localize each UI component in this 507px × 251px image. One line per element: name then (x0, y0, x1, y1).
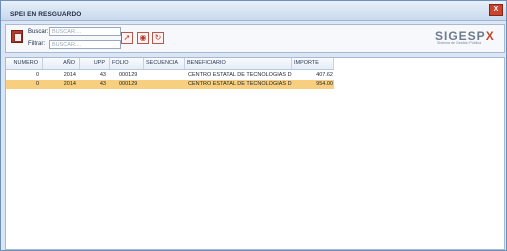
logo-text-x: X (485, 29, 495, 43)
cell-anio: 2014 (63, 72, 76, 78)
title-bar: SPEI EN RESGUARDO X (1, 1, 506, 21)
cell-anio: 2014 (63, 81, 76, 87)
header-beneficiario[interactable]: BENEFICIARIO (185, 58, 292, 69)
document-icon[interactable] (11, 30, 23, 43)
table-row[interactable]: 0 2014 43 000129 CENTRO ESTATAL DE TECNO… (6, 71, 334, 80)
cell-secuencia (144, 80, 185, 89)
cell-importe: 407.62 (316, 72, 333, 78)
close-button[interactable]: X (489, 4, 503, 16)
table-row-selected[interactable]: 0 2014 43 000129 CENTRO ESTATAL DE TECNO… (6, 80, 334, 89)
search-label: Buscar: (28, 29, 49, 35)
export-icon[interactable]: ➚ (121, 32, 133, 44)
spei-window: SPEI EN RESGUARDO X Buscar: Filtrar: ➚ ◉… (0, 0, 507, 251)
header-anio[interactable]: AÑO (43, 58, 80, 69)
logo-subtitle: Sistema de Gestión Pública (437, 41, 482, 45)
header-secuencia[interactable]: SECUENCIA (144, 58, 185, 69)
search-input[interactable] (49, 27, 121, 36)
cell-folio: 000129 (119, 72, 138, 78)
filter-input[interactable] (49, 40, 121, 49)
cell-beneficiario: CENTRO ESTATAL DE TECNOLOGIAS DE (188, 72, 292, 78)
header-numero[interactable]: NUMERO (6, 58, 43, 69)
sigesp-logo: SIGESPX Sistema de Gestión Pública (435, 29, 499, 47)
cell-beneficiario: CENTRO ESTATAL DE TECNOLOGIAS DE (188, 81, 292, 87)
cell-numero: 0 (35, 81, 39, 87)
cell-numero: 0 (35, 72, 39, 78)
window-title: SPEI EN RESGUARDO (10, 11, 82, 18)
header-folio[interactable]: FOLIO (110, 58, 144, 69)
cell-importe: 954.00 (316, 81, 333, 87)
header-importe[interactable]: IMPORTE (292, 58, 334, 69)
grid-header: NUMERO AÑO UPP FOLIO SECUENCIA BENEFICIA… (6, 58, 334, 70)
filter-label: Filtrar: (28, 41, 45, 47)
cell-upp: 43 (99, 72, 106, 78)
refresh-icon[interactable]: ↻ (152, 32, 164, 44)
results-grid: NUMERO AÑO UPP FOLIO SECUENCIA BENEFICIA… (5, 57, 505, 250)
view-icon[interactable]: ◉ (137, 32, 149, 44)
header-upp[interactable]: UPP (80, 58, 110, 69)
cell-secuencia (144, 71, 185, 80)
cell-upp: 43 (99, 81, 106, 87)
cell-folio: 000129 (119, 81, 138, 87)
toolbar: Buscar: Filtrar: ➚ ◉ ↻ SIGESPX Sistema d… (5, 24, 505, 53)
